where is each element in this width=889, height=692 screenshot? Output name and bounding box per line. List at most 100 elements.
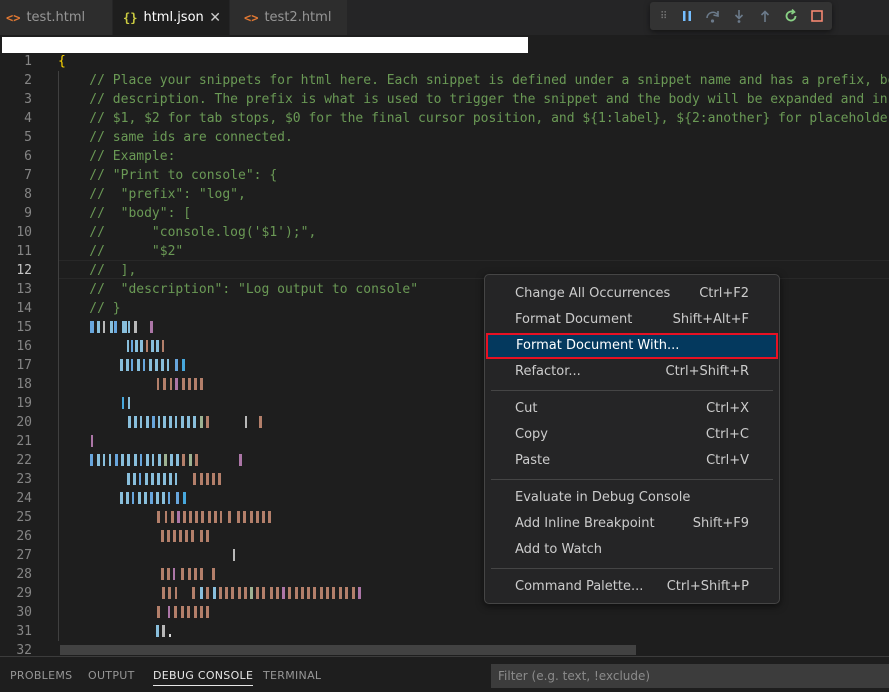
restart-icon[interactable] [778,2,804,30]
line-number: 28 [16,567,32,582]
line-number: 7 [24,168,32,183]
filter-input[interactable]: Filter (e.g. text, !exclude) [491,664,889,688]
glyph-fragment [244,587,247,599]
glyph-fragment [201,511,204,523]
glyph-fragment [135,340,138,352]
menu-item-label: Format Document With... [516,338,680,353]
glyph-fragment [200,378,203,390]
glyph-fragment [193,473,196,485]
step-into-icon[interactable] [726,2,752,30]
glyph-fragment [183,492,186,504]
glyph-fragment [200,416,203,428]
glyph-fragment [175,378,178,390]
menu-item-format-document-with[interactable]: Format Document With... [486,333,778,359]
context-menu: Change All Occurrences Ctrl+F2 Format Docu… [484,274,780,604]
line-number: 17 [16,358,32,373]
glyph-fragment [122,321,127,333]
glyph-fragment [245,416,247,428]
glyph-fragment [145,473,148,485]
tab-test-html[interactable]: <> test.html [0,0,113,35]
code-line: // same ids are connected. [58,130,293,145]
glyph-fragment [120,492,123,504]
tab-test2-html[interactable]: <> test2.html [230,0,348,35]
glyph-fragment [162,492,165,504]
glyph-fragment [168,606,170,618]
glyph-fragment [143,359,145,371]
glyph-fragment [313,587,316,599]
glyph-fragment [214,511,217,523]
glyph-fragment [213,587,216,599]
glyph-fragment [90,454,93,466]
glyph-fragment [288,587,291,599]
menu-separator [491,390,773,391]
line-number: 9 [24,206,32,221]
menu-item-add-inline-breakpoint[interactable]: Add Inline Breakpoint Shift+F9 [485,511,779,537]
glyph-fragment [206,606,209,618]
glyph-fragment [103,321,105,333]
drag-grip-icon[interactable]: ⠿ [660,11,674,22]
menu-item-format-document[interactable]: Format Document Shift+Alt+F [485,307,779,333]
glyph-fragment [127,454,130,466]
glyph-fragment [176,492,179,504]
glyph-fragment [177,511,180,523]
glyph-fragment [179,530,182,542]
menu-item-add-to-watch[interactable]: Add to Watch [485,537,779,563]
glyph-fragment [200,587,203,599]
glyph-fragment [156,340,159,352]
line-number: 32 [16,643,32,656]
menu-item-label: Evaluate in Debug Console [515,490,691,505]
pause-icon[interactable] [674,2,700,30]
glyph-fragment [307,587,310,599]
menu-item-change-all-occurrences[interactable]: Change All Occurrences Ctrl+F2 [485,281,779,307]
step-out-icon[interactable] [752,2,778,30]
glyph-fragment [127,340,129,352]
tab-html-json[interactable]: {} html.json ✕ [113,0,230,35]
glyph-fragment [181,606,184,618]
line-number: 31 [16,624,32,639]
glyph-fragment [170,454,173,466]
menu-item-paste[interactable]: Paste Ctrl+V [485,448,779,474]
menu-item-shortcut: Ctrl+C [705,427,749,442]
menu-item-label: Paste [515,453,551,468]
menu-item-evaluate-in-debug-console[interactable]: Evaluate in Debug Console [485,485,779,511]
glyph-fragment [120,359,123,371]
tab-output[interactable]: OUTPUT [88,669,135,682]
glyph-fragment [352,587,355,599]
bottom-panel: PROBLEMS OUTPUT DEBUG CONSOLE TERMINAL F… [0,656,889,692]
line-number: 11 [16,244,32,259]
close-icon[interactable]: ✕ [209,10,221,26]
line-number: 26 [16,529,32,544]
glyph-fragment [126,492,129,504]
menu-item-refactor[interactable]: Refactor... Ctrl+Shift+R [485,359,779,385]
glyph-fragment [225,587,228,599]
tab-terminal[interactable]: TERMINAL [263,669,321,682]
menu-item-command-palette[interactable]: Command Palette... Ctrl+Shift+P [485,574,779,600]
code-line: // "Print to console": { [58,168,278,183]
breadcrumb[interactable] [2,37,528,53]
glyph-fragment [157,606,160,618]
menu-item-cut[interactable]: Cut Ctrl+X [485,396,779,422]
menu-item-copy[interactable]: Copy Ctrl+C [485,422,779,448]
line-number: 27 [16,548,32,563]
line-number: 25 [16,510,32,525]
glyph-fragment [122,397,124,409]
step-over-icon[interactable] [700,2,726,30]
glyph-fragment [194,606,197,618]
glyph-fragment [268,511,271,523]
tab-debug-console[interactable]: DEBUG CONSOLE [153,669,254,686]
glyph-fragment [262,511,265,523]
code-line: // Place your snippets for html here. Ea… [58,73,889,88]
glyph-fragment [200,473,203,485]
stop-icon[interactable] [804,2,830,30]
glyph-fragment [219,587,222,599]
glyph-fragment [168,587,171,599]
glyph-fragment [200,606,203,618]
glyph-fragment [332,587,335,599]
glyph-fragment [161,359,164,371]
tab-problems[interactable]: PROBLEMS [10,669,72,682]
line-number: 16 [16,339,32,354]
glyph-fragment [193,416,196,428]
glyph-fragment [121,454,124,466]
horizontal-scrollbar[interactable] [60,645,636,655]
glyph-fragment [188,568,191,580]
